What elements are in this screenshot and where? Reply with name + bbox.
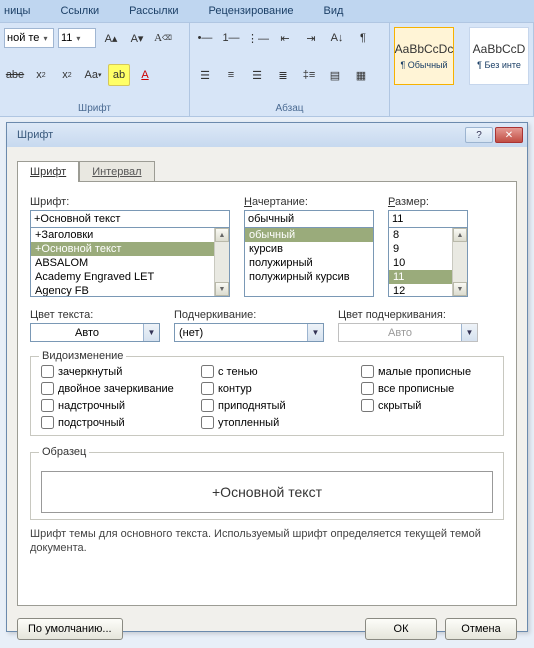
font-color-icon[interactable]: A	[134, 64, 156, 86]
style-listbox[interactable]: обычный курсив полужирный полужирный кур…	[244, 227, 374, 297]
chk-allcaps[interactable]: все прописные	[361, 382, 511, 395]
chk-engrave[interactable]: утопленный	[201, 416, 361, 429]
clear-format-icon[interactable]: A⌫	[152, 27, 174, 49]
font-color-combo[interactable]: Авто▼	[30, 323, 160, 342]
chk-outline[interactable]: контур	[201, 382, 361, 395]
show-marks-icon[interactable]: ¶	[352, 27, 374, 49]
subscript-icon[interactable]: x2	[30, 64, 52, 86]
sort-icon[interactable]: A↓	[326, 27, 348, 49]
underline-color-combo: Авто▼	[338, 323, 478, 342]
chk-dblstrike[interactable]: двойное зачеркивание	[41, 382, 201, 395]
size-listbox[interactable]: 8 9 10 11 12 ▲ ▼	[388, 227, 468, 297]
scroll-up-icon[interactable]: ▲	[215, 228, 229, 242]
menubar: ницы Ссылки Рассылки Рецензирование Вид	[0, 0, 534, 22]
effects-group: Видоизменение зачеркнутый с тенью малые …	[30, 356, 504, 436]
sample-preview: +Основной текст	[41, 471, 493, 513]
dialog-title: Шрифт	[17, 129, 53, 141]
chk-subscript[interactable]: подстрочный	[41, 416, 201, 429]
strike-icon[interactable]: abe	[4, 64, 26, 86]
shrink-font-icon[interactable]: A▾	[126, 27, 148, 49]
borders-icon[interactable]: ▦	[350, 64, 372, 86]
sample-group: Образец +Основной текст	[30, 452, 504, 520]
button-bar: По умолчанию... ОК Отмена	[7, 614, 527, 648]
menu-item[interactable]: Ссылки	[60, 5, 99, 17]
ok-button[interactable]: ОК	[365, 618, 437, 640]
chk-smallcaps[interactable]: малые прописные	[361, 365, 511, 378]
chk-emboss[interactable]: приподнятый	[201, 399, 361, 412]
tab-font[interactable]: Шрифт	[17, 161, 79, 182]
close-button[interactable]: ✕	[495, 127, 523, 143]
font-listbox[interactable]: +Заголовки +Основной текст ABSALOM Acade…	[30, 227, 230, 297]
scrollbar[interactable]: ▲ ▼	[452, 228, 467, 296]
menu-item[interactable]: Рассылки	[129, 5, 178, 17]
size-label: Размер:	[388, 196, 468, 208]
menu-item[interactable]: ницы	[4, 5, 30, 17]
font-dialog: Шрифт ? ✕ Шрифт Интервал Шрифт: +Заголов…	[6, 122, 528, 632]
chk-superscript[interactable]: надстрочный	[41, 399, 201, 412]
default-button[interactable]: По умолчанию...	[17, 618, 123, 640]
font-input[interactable]	[30, 210, 230, 228]
font-label: Шрифт:	[30, 196, 230, 208]
size-input[interactable]	[388, 210, 468, 228]
align-center-icon[interactable]: ≡	[220, 64, 242, 86]
scroll-down-icon[interactable]: ▼	[215, 282, 229, 296]
hint-text: Шрифт темы для основного текста. Использ…	[30, 528, 504, 556]
group-title-paragraph: Абзац	[194, 101, 385, 116]
underline-label: Подчеркивание:	[174, 309, 324, 321]
font-size-combo[interactable]: 11▾	[58, 28, 96, 48]
multilevel-icon[interactable]: ⋮―	[246, 27, 270, 49]
chk-strikethrough[interactable]: зачеркнутый	[41, 365, 201, 378]
style-input[interactable]	[244, 210, 374, 228]
group-title-font: Шрифт	[4, 101, 185, 116]
align-left-icon[interactable]: ☰	[194, 64, 216, 86]
cancel-button[interactable]: Отмена	[445, 618, 517, 640]
underline-combo[interactable]: (нет)▼	[174, 323, 324, 342]
ul-color-label: Цвет подчеркивания:	[338, 309, 478, 321]
chk-shadow[interactable]: с тенью	[201, 365, 361, 378]
tab-panel-font: Шрифт: +Заголовки +Основной текст ABSALO…	[17, 181, 517, 606]
line-spacing-icon[interactable]: ‡≡	[298, 64, 320, 86]
style-card-normal[interactable]: AaBbCcDc ¶ Обычный	[394, 27, 454, 85]
scrollbar[interactable]: ▲ ▼	[214, 228, 229, 296]
numbering-icon[interactable]: 1―	[220, 27, 242, 49]
style-label: Начертание:	[244, 196, 374, 208]
tabbar: Шрифт Интервал	[17, 161, 527, 182]
titlebar[interactable]: Шрифт ? ✕	[7, 123, 527, 147]
align-right-icon[interactable]: ☰	[246, 64, 268, 86]
highlight-icon[interactable]: ab	[108, 64, 130, 86]
style-card-nospacing[interactable]: AaBbCcD ¶ Без инте	[469, 27, 529, 85]
scroll-down-icon[interactable]: ▼	[453, 282, 467, 296]
chk-hidden[interactable]: скрытый	[361, 399, 511, 412]
outdent-icon[interactable]: ⇤	[274, 27, 296, 49]
help-button[interactable]: ?	[465, 127, 493, 143]
bullets-icon[interactable]: •―	[194, 27, 216, 49]
menu-item[interactable]: Рецензирование	[209, 5, 294, 17]
font-family-combo[interactable]: ной те▾	[4, 28, 54, 48]
indent-icon[interactable]: ⇥	[300, 27, 322, 49]
grow-font-icon[interactable]: A▴	[100, 27, 122, 49]
scroll-up-icon[interactable]: ▲	[453, 228, 467, 242]
sample-legend: Образец	[39, 446, 89, 458]
justify-icon[interactable]: ≣	[272, 64, 294, 86]
tab-spacing[interactable]: Интервал	[79, 161, 154, 182]
menu-item[interactable]: Вид	[324, 5, 344, 17]
superscript-icon[interactable]: x2	[56, 64, 78, 86]
shading-icon[interactable]: ▤	[324, 64, 346, 86]
change-case-icon[interactable]: Aa▾	[82, 64, 104, 86]
color-label: Цвет текста:	[30, 309, 160, 321]
ribbon: ной те▾ 11▾ A▴ A▾ A⌫ abe x2 x2 Aa▾ ab A …	[0, 22, 534, 117]
effects-legend: Видоизменение	[39, 350, 126, 362]
